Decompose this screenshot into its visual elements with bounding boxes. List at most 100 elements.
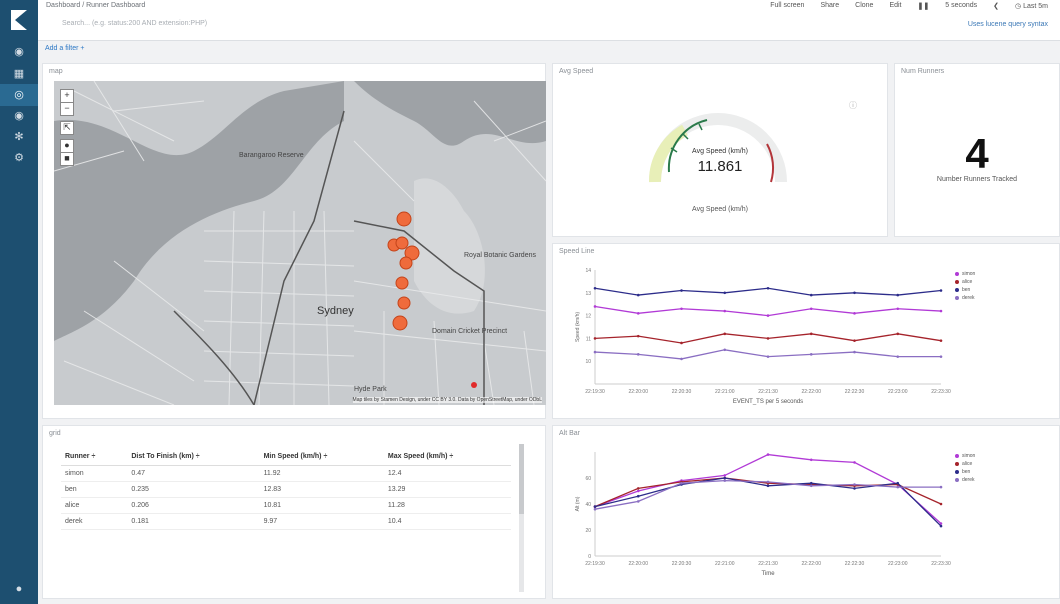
refresh-interval[interactable]: 5 seconds [945,2,977,10]
data-point[interactable] [809,458,813,462]
clone-button[interactable]: Clone [855,2,873,10]
data-point[interactable] [723,332,727,336]
map-canvas[interactable]: Sydney Barangaroo Reserve Royal Botanic … [54,81,546,405]
data-point[interactable] [593,305,597,308]
column-header[interactable]: Min Speed (km/h) ÷ [259,448,384,466]
data-point[interactable] [593,505,597,508]
legend-item[interactable]: derek [955,476,975,484]
data-point[interactable] [853,291,856,295]
data-point[interactable] [593,350,597,354]
data-point[interactable] [766,453,770,456]
data-point[interactable] [636,312,640,315]
data-point[interactable] [939,524,943,528]
data-point[interactable] [636,500,640,503]
draw-point-button[interactable]: ● [60,139,74,153]
data-point[interactable] [939,502,943,506]
data-point[interactable] [896,307,900,311]
data-point[interactable] [680,289,683,292]
column-header[interactable]: Max Speed (km/h) ÷ [383,448,511,466]
data-point[interactable] [636,353,640,356]
data-point[interactable] [853,312,856,315]
data-point[interactable] [896,355,900,358]
data-point[interactable] [939,289,943,292]
data-point[interactable] [636,489,640,493]
share-button[interactable]: Share [820,2,839,10]
lucene-hint-link[interactable]: Uses lucene query syntax [968,21,1048,28]
data-point[interactable] [939,339,943,342]
time-picker[interactable]: ◷ Last 5m [1015,2,1048,10]
data-point[interactable] [723,348,727,352]
data-point[interactable] [939,355,943,358]
data-point[interactable] [809,481,813,485]
column-header[interactable]: Dist To Finish (km) ÷ [127,448,260,466]
devtools-icon[interactable]: ✻ [12,130,26,144]
column-header[interactable]: Runner ÷ [61,448,128,466]
data-point[interactable] [766,355,770,358]
legend-item[interactable]: simon [955,270,975,278]
full-screen-button[interactable]: Full screen [770,2,804,10]
data-point[interactable] [809,293,813,297]
legend-item[interactable]: alice [955,278,975,286]
data-point[interactable] [766,314,770,317]
legend-item[interactable]: derek [955,294,975,302]
edit-button[interactable]: Edit [889,2,901,10]
data-point[interactable] [766,484,770,488]
data-point[interactable] [896,481,900,485]
data-point[interactable] [766,286,770,290]
breadcrumb-root[interactable]: Dashboard [46,2,80,9]
timelion-icon[interactable]: ◉ [12,109,26,123]
visualize-icon[interactable]: ▦ [12,67,26,81]
data-point[interactable] [636,334,640,338]
data-point[interactable] [809,353,813,356]
zoom-in-button[interactable]: + [60,89,74,103]
data-point[interactable] [939,309,943,313]
data-point[interactable] [636,487,640,490]
data-point[interactable] [766,337,770,340]
data-point[interactable] [809,484,813,488]
map-marker[interactable] [471,382,477,388]
data-point[interactable] [593,337,597,340]
data-point[interactable] [939,485,943,489]
data-point[interactable] [896,332,900,336]
data-point[interactable] [636,494,640,498]
legend-item[interactable]: alice [955,460,975,468]
add-filter-button[interactable]: Add a filter + [45,45,85,52]
zoom-out-button[interactable]: − [60,102,74,116]
data-point[interactable] [723,479,727,482]
data-point[interactable] [896,485,900,489]
data-point[interactable] [723,291,727,295]
pause-icon[interactable]: ❚❚ [918,2,930,10]
data-point[interactable] [680,357,683,361]
data-point[interactable] [809,307,813,311]
legend-item[interactable]: simon [955,452,975,460]
data-point[interactable] [636,293,640,297]
data-point[interactable] [723,476,727,480]
data-point[interactable] [809,332,813,336]
data-point[interactable] [896,293,900,297]
discover-icon[interactable]: ◉ [12,45,26,59]
legend-item[interactable]: ben [955,286,975,294]
dashboard-icon[interactable]: ◎ [12,88,26,102]
collapse-icon[interactable]: ● [12,582,26,596]
data-point[interactable] [593,286,597,290]
search-input[interactable]: Search... (e.g. status:200 AND extension… [62,20,207,27]
data-point[interactable] [723,474,727,477]
draw-rect-button[interactable]: ■ [60,152,74,166]
data-point[interactable] [680,307,683,311]
data-point[interactable] [680,341,683,345]
data-point[interactable] [853,487,856,490]
data-point[interactable] [853,339,856,342]
chevron-left-icon[interactable]: ❮ [993,2,999,10]
data-point[interactable] [593,507,597,511]
data-point[interactable] [766,480,770,484]
series-line-simon[interactable] [594,305,942,317]
table-scrollbar-thumb[interactable] [519,444,524,514]
data-point[interactable] [680,481,683,485]
data-point[interactable] [853,483,856,486]
fit-bounds-button[interactable]: ⇱ [60,121,74,135]
data-point[interactable] [723,309,727,313]
data-point[interactable] [853,461,856,464]
kibana-logo[interactable] [9,10,29,30]
data-point[interactable] [853,350,856,354]
settings-icon[interactable]: ⚙ [12,151,26,165]
